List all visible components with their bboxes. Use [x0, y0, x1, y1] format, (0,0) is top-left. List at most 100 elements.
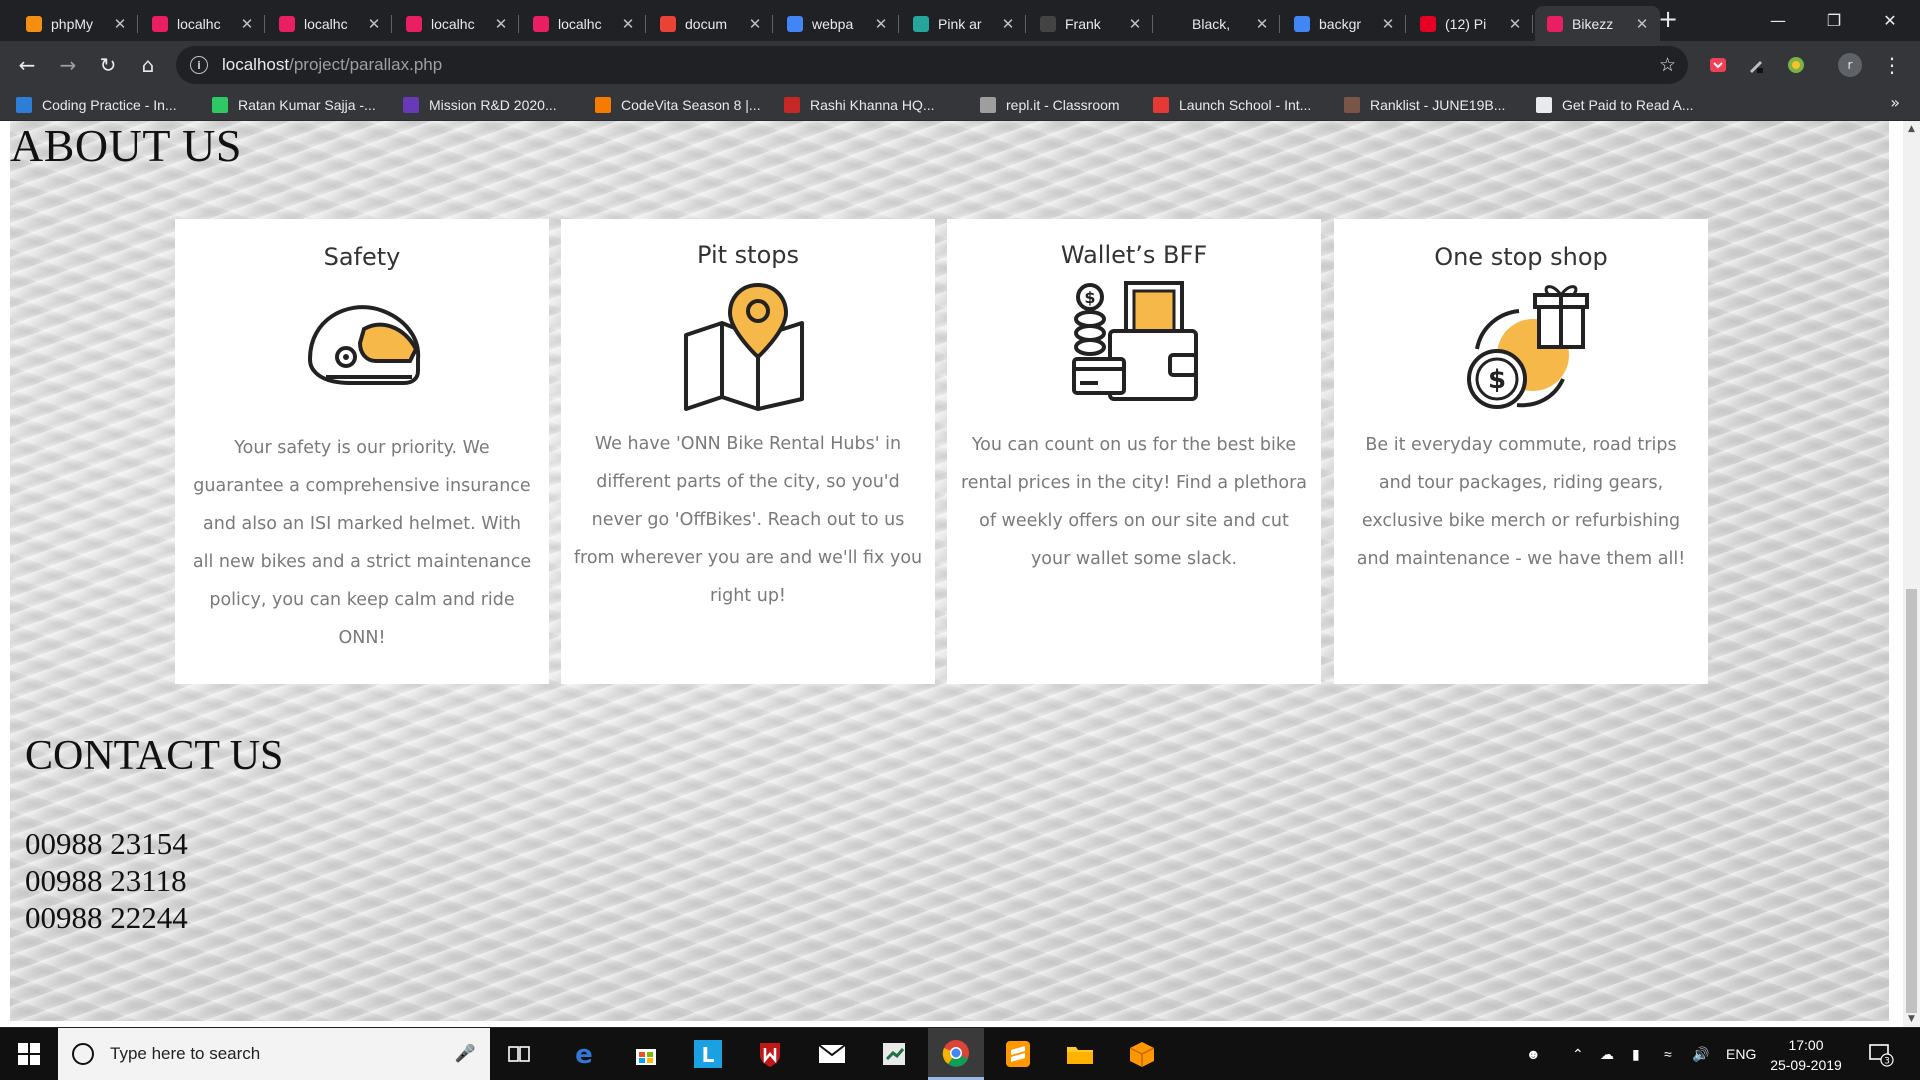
close-tab-icon[interactable]: ✕	[747, 15, 763, 33]
close-tab-icon[interactable]: ✕	[620, 15, 636, 33]
bookmark-item[interactable]: Get Paid to Read A...	[1536, 94, 1694, 116]
card-safety: Safety Your safety is our priority. We gu…	[175, 219, 549, 684]
mail-icon[interactable]	[804, 1028, 860, 1080]
task-view-icon[interactable]	[491, 1028, 547, 1080]
svg-text:r: r	[1848, 58, 1853, 72]
bookmark-star-icon[interactable]: ☆	[1659, 54, 1676, 76]
close-tab-icon[interactable]: ✕	[366, 15, 382, 33]
bookmark-item[interactable]: repl.it - Classroom	[980, 94, 1120, 116]
gift-coin-icon: $	[1467, 285, 1589, 409]
chrome-menu-icon[interactable]: ⋮	[1880, 53, 1904, 77]
site-info-icon[interactable]: i	[190, 56, 208, 74]
browser-tab[interactable]: phpMy ✕	[14, 6, 138, 41]
sublime-icon[interactable]	[990, 1028, 1046, 1080]
browser-tab[interactable]: Black, ✕	[1155, 6, 1280, 41]
globe-icon	[1536, 97, 1552, 113]
action-center-icon[interactable]: 3	[1868, 1028, 1894, 1080]
browser-tab[interactable]: docum ✕	[648, 6, 773, 41]
excel-like-icon[interactable]	[866, 1028, 922, 1080]
globe-extension-icon[interactable]	[1784, 53, 1808, 77]
scrollbar-thumb[interactable]	[1906, 589, 1917, 1013]
close-tab-icon[interactable]: ✕	[239, 15, 255, 33]
close-tab-icon[interactable]: ✕	[1380, 15, 1396, 33]
browser-tab[interactable]: localhc ✕	[394, 6, 519, 41]
tab-title: backgr	[1319, 15, 1362, 32]
localhost-icon	[152, 15, 168, 32]
profile-avatar[interactable]: r	[1838, 53, 1862, 77]
windows-start-icon[interactable]	[0, 1028, 58, 1080]
phone-number: 00988 23118	[25, 863, 187, 898]
tab-strip: phpMy ✕ localhc ✕ localhc ✕ localhc ✕ localhc ✕ do…	[0, 0, 1920, 41]
people-icon[interactable]: ☻	[1526, 1028, 1541, 1080]
microphone-icon[interactable]: 🎤	[455, 1044, 476, 1064]
pinterest-icon	[1420, 15, 1436, 32]
volume-icon[interactable]: 🔊	[1692, 1028, 1709, 1080]
chrome-icon[interactable]	[928, 1028, 984, 1080]
tab-separator	[518, 15, 519, 33]
bookmark-item[interactable]: Coding Practice - In...	[16, 94, 177, 116]
browser-tab[interactable]: localhc ✕	[521, 6, 646, 41]
browser-tab[interactable]: Bikezz ✕	[1535, 6, 1660, 41]
package-icon[interactable]	[1114, 1028, 1170, 1080]
close-tab-icon[interactable]: ✕	[1507, 15, 1523, 33]
bookmark-label: repl.it - Classroom	[1006, 97, 1120, 113]
tab-separator	[645, 15, 646, 33]
scroll-down-arrow-icon[interactable]: ▼	[1903, 1014, 1920, 1024]
helmet-icon	[307, 305, 421, 385]
pen-extension-icon[interactable]	[1744, 53, 1768, 77]
l-app-icon[interactable]: L	[680, 1028, 736, 1080]
new-tab-button[interactable]: +	[1656, 7, 1680, 32]
close-window-button[interactable]: ✕	[1862, 0, 1918, 40]
localhost-icon	[279, 15, 295, 32]
browser-tab[interactable]: backgr ✕	[1282, 6, 1406, 41]
show-hidden-icons-icon[interactable]: ⌃	[1572, 1028, 1584, 1080]
close-tab-icon[interactable]: ✕	[112, 15, 128, 33]
back-icon[interactable]: ←	[13, 51, 41, 79]
address-bar[interactable]: i localhost/project/parallax.php ☆	[176, 46, 1688, 84]
onedrive-icon[interactable]: ☁	[1600, 1028, 1614, 1080]
file-explorer-icon[interactable]	[1052, 1028, 1108, 1080]
pocket-extension-icon[interactable]	[1706, 53, 1730, 77]
browser-tab[interactable]: Pink ar ✕	[901, 6, 1026, 41]
bookmark-label: Launch School - Int...	[1179, 97, 1312, 113]
bookmark-item[interactable]: Launch School - Int...	[1153, 94, 1311, 116]
browser-tab[interactable]: webpa ✕	[775, 6, 899, 41]
browser-tab[interactable]: (12) Pi ✕	[1408, 6, 1533, 41]
taskbar-search-box[interactable]: Type here to search 🎤	[58, 1028, 490, 1080]
system-clock[interactable]: 17:00 25-09-2019	[1766, 1035, 1846, 1075]
codechef-icon	[1344, 97, 1360, 113]
bookmark-item[interactable]: Rashi Khanna HQ...	[784, 94, 935, 116]
close-tab-icon[interactable]: ✕	[873, 15, 889, 33]
bookmark-item[interactable]: CodeVita Season 8 |...	[595, 94, 761, 116]
close-tab-icon[interactable]: ✕	[1000, 15, 1016, 33]
more-bookmarks-icon[interactable]: »	[1890, 93, 1900, 112]
localhost-icon	[1547, 15, 1563, 32]
cortana-icon	[72, 1043, 94, 1065]
vertical-scrollbar[interactable]: ▲ ▼	[1903, 121, 1920, 1027]
bookmark-item[interactable]: Ranklist - JUNE19B...	[1344, 94, 1505, 116]
close-tab-icon[interactable]: ✕	[1634, 15, 1650, 33]
store-icon[interactable]	[618, 1028, 674, 1080]
home-icon[interactable]: ⌂	[134, 51, 162, 79]
browser-tab[interactable]: localhc ✕	[140, 6, 265, 41]
form-icon	[403, 97, 419, 113]
close-tab-icon[interactable]: ✕	[1254, 15, 1270, 33]
wifi-icon[interactable]: ≈	[1664, 1028, 1672, 1080]
minimize-button[interactable]: —	[1750, 0, 1806, 40]
close-tab-icon[interactable]: ✕	[493, 15, 509, 33]
restore-button[interactable]: ❐	[1806, 0, 1862, 40]
edge-icon[interactable]: e	[556, 1028, 612, 1080]
language-indicator[interactable]: ENG	[1726, 1028, 1756, 1080]
bookmark-item[interactable]: Ratan Kumar Sajja -...	[212, 94, 376, 116]
tab-title: Black,	[1192, 15, 1231, 32]
url-text[interactable]: localhost/project/parallax.php	[222, 55, 442, 75]
browser-tab[interactable]: localhc ✕	[267, 6, 392, 41]
browser-tab[interactable]: Frank ✕	[1028, 6, 1153, 41]
close-tab-icon[interactable]: ✕	[1127, 15, 1143, 33]
bookmark-item[interactable]: Mission R&D 2020...	[403, 94, 557, 116]
reload-icon[interactable]: ↻	[94, 51, 122, 79]
mcafee-icon[interactable]	[742, 1028, 798, 1080]
forward-icon[interactable]: →	[54, 51, 82, 79]
scroll-up-arrow-icon[interactable]: ▲	[1903, 124, 1920, 134]
battery-icon[interactable]: ▮	[1632, 1028, 1640, 1080]
